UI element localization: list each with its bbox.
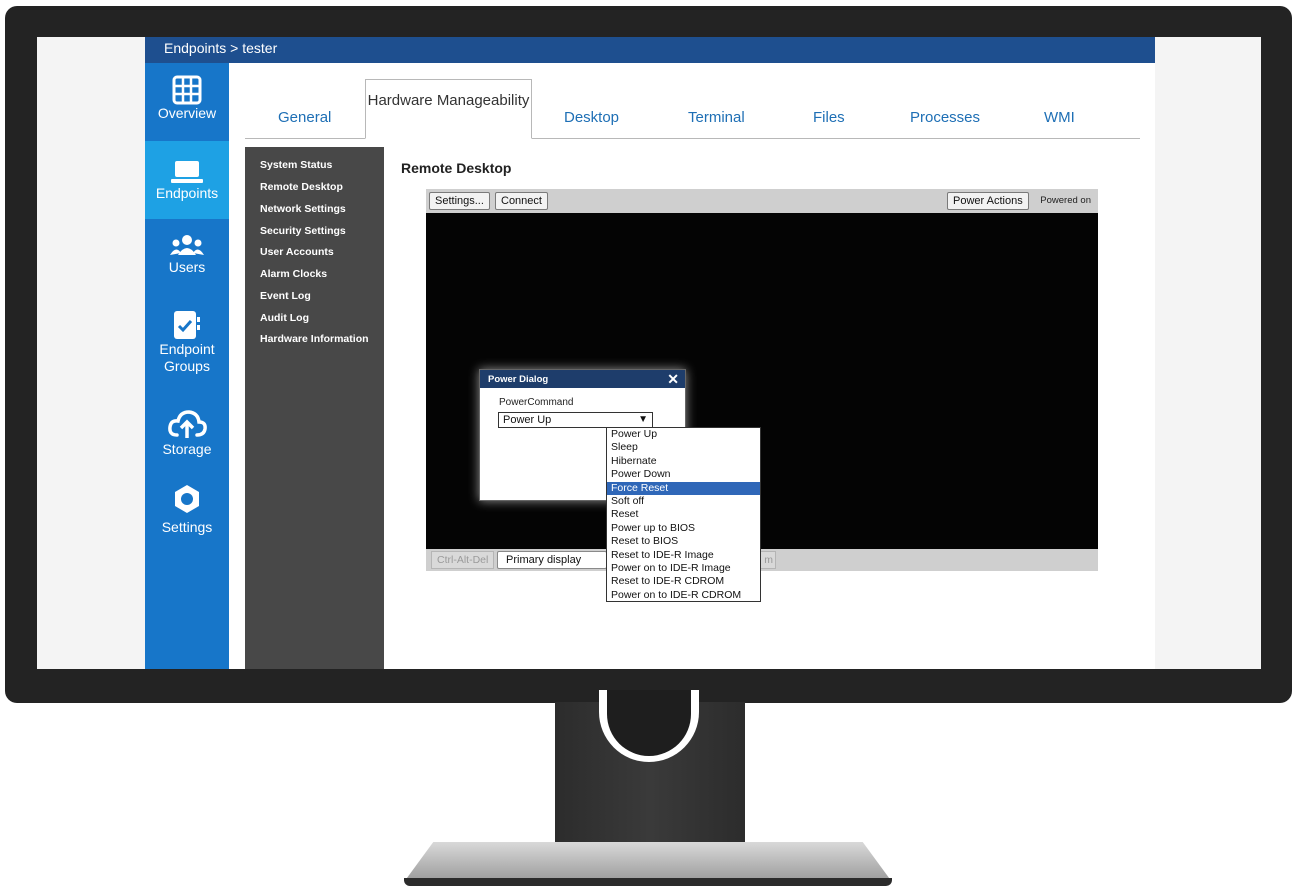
nav-item-settings[interactable]: Settings [145, 483, 229, 563]
cloud-upload-icon [168, 410, 207, 438]
connect-button[interactable]: Connect [495, 192, 548, 210]
settings-button[interactable]: Settings... [429, 192, 490, 210]
subnav-item-user-accounts[interactable]: User Accounts [260, 246, 334, 258]
subnav-item-hardware-information[interactable]: Hardware Information [260, 333, 369, 345]
page-title: Remote Desktop [401, 160, 512, 176]
laptop-icon [171, 161, 203, 183]
nav-item-storage[interactable]: Storage [145, 407, 229, 483]
nav-item-endpoint-groups[interactable]: Endpoint Groups [145, 307, 229, 407]
grid-icon [172, 75, 202, 105]
subnav-item-remote-desktop[interactable]: Remote Desktop [260, 181, 343, 193]
power-actions-button[interactable]: Power Actions [947, 192, 1029, 210]
dropdown-option[interactable]: Power Up [607, 428, 760, 441]
users-icon [170, 235, 204, 255]
subnav-item-network-settings[interactable]: Network Settings [260, 203, 346, 215]
monitor-screen: Endpoints > tester Overview Endpoints Us… [37, 37, 1261, 669]
gear-icon [175, 485, 199, 513]
nav-item-users[interactable]: Users [145, 233, 229, 299]
tab-bar: General Hardware Manageability Desktop T… [245, 79, 1140, 139]
nav-label-overview: Overview [157, 105, 217, 121]
power-command-select[interactable]: Power Up ▼ [498, 412, 653, 428]
top-bar: Endpoints > tester [145, 37, 1155, 63]
tab-wmi[interactable]: WMI [1044, 109, 1075, 126]
tab-general[interactable]: General [278, 109, 331, 126]
subnav-item-security-settings[interactable]: Security Settings [260, 225, 346, 237]
tab-hardware-manageability[interactable]: Hardware Manageability [365, 79, 532, 139]
nav-label-endpoint-groups: Endpoint Groups [159, 341, 215, 374]
subnav-item-alarm-clocks[interactable]: Alarm Clocks [260, 268, 327, 280]
tab-files[interactable]: Files [813, 109, 845, 126]
dropdown-option[interactable]: Sleep [607, 441, 760, 454]
dropdown-option[interactable]: Reset to IDE-R CDROM [607, 575, 760, 588]
nav-label-storage: Storage [162, 441, 212, 457]
dropdown-option-highlighted[interactable]: Force Reset [607, 481, 760, 495]
dropdown-option[interactable]: Power up to BIOS [607, 522, 760, 535]
monitor-stand-base [404, 842, 892, 882]
nav-label-settings: Settings [161, 519, 213, 535]
remote-desktop-bottom-bar: Ctrl-Alt-Del Primary display m [426, 549, 1098, 571]
checklist-icon [174, 311, 200, 339]
dropdown-option[interactable]: Reset to IDE-R Image [607, 549, 760, 562]
tab-desktop[interactable]: Desktop [564, 109, 619, 126]
nav-item-overview[interactable]: Overview [145, 75, 229, 141]
screen-margin-left [37, 37, 145, 669]
subnav-item-audit-log[interactable]: Audit Log [260, 312, 309, 324]
nav-label-endpoints: Endpoints [155, 185, 219, 201]
remote-desktop-toolbar: Settings... Connect Power Actions Powere… [426, 189, 1098, 213]
nav-label-users: Users [168, 259, 206, 275]
dropdown-option[interactable]: Hibernate [607, 455, 760, 468]
dropdown-option[interactable]: Reset to BIOS [607, 535, 760, 548]
dropdown-option[interactable]: Reset [607, 508, 760, 521]
screen-margin-right [1153, 37, 1261, 669]
subnav-item-system-status[interactable]: System Status [260, 159, 332, 171]
dropdown-option[interactable]: Soft off [607, 495, 760, 508]
power-dialog-header: Power Dialog ✕ [480, 370, 685, 388]
tab-terminal[interactable]: Terminal [688, 109, 745, 126]
nav-item-endpoints[interactable]: Endpoints [145, 141, 229, 219]
power-status-text: Powered on [1040, 195, 1091, 206]
ctrl-alt-del-button[interactable]: Ctrl-Alt-Del [431, 551, 495, 569]
power-command-dropdown: Power Up Sleep Hibernate Power Down Forc… [606, 427, 761, 602]
dropdown-option[interactable]: Power on to IDE-R CDROM [607, 589, 760, 602]
power-dialog-title: Power Dialog [488, 374, 549, 385]
tab-processes[interactable]: Processes [910, 109, 980, 126]
display-select[interactable]: Primary display [497, 551, 607, 569]
tab-hardware-manageability-label: Hardware Manageability [367, 92, 530, 109]
close-icon[interactable]: ✕ [667, 371, 679, 387]
subnav-item-event-log[interactable]: Event Log [260, 290, 311, 302]
dropdown-option[interactable]: Power Down [607, 468, 760, 481]
power-command-select-value: Power Up [503, 414, 552, 426]
dropdown-option[interactable]: Power on to IDE-R Image [607, 562, 760, 575]
sub-nav: System Status Remote Desktop Network Set… [245, 147, 384, 669]
breadcrumb[interactable]: Endpoints > tester [164, 40, 277, 56]
power-command-label: PowerCommand [499, 397, 574, 408]
monitor-stand-base-edge [404, 878, 892, 886]
left-nav: Overview Endpoints Users Endpoint Groups… [145, 63, 229, 669]
chevron-down-icon: ▼ [638, 414, 648, 425]
